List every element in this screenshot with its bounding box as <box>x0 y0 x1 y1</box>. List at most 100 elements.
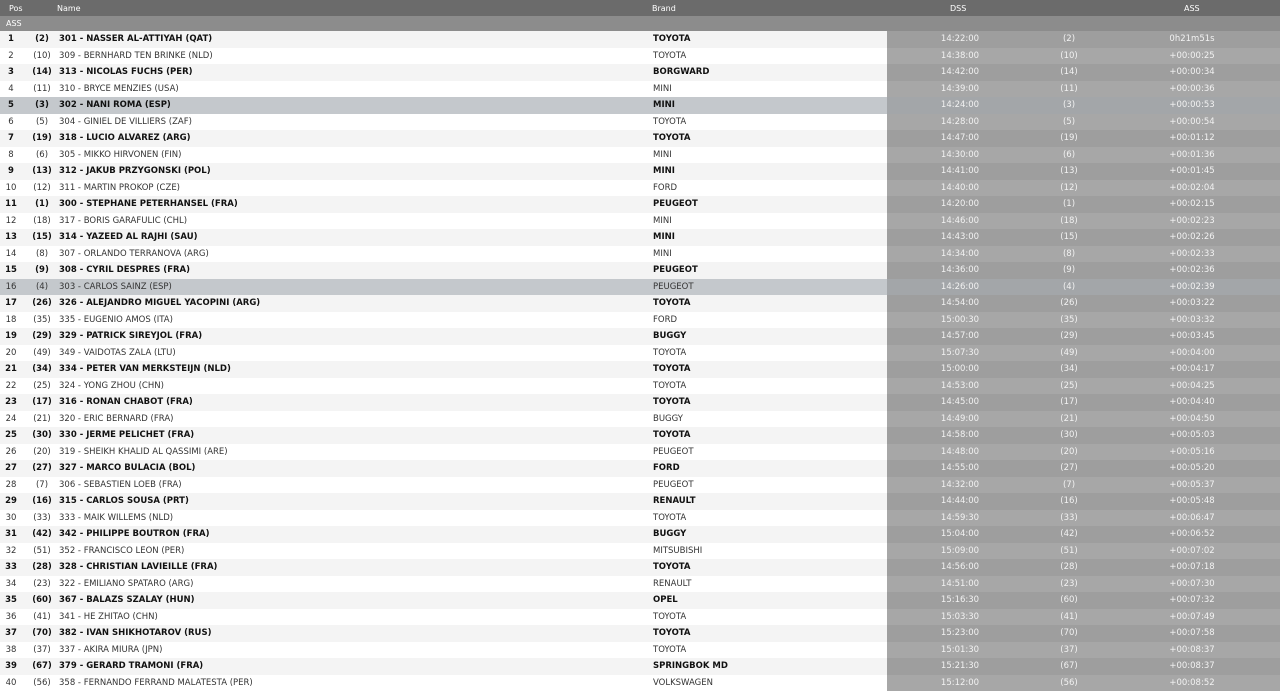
dss-pos-cell: (7) <box>1062 479 1076 490</box>
table-row[interactable]: 24 (21) 320 - ERIC BERNARD (FRA) BUGGY 14:49… <box>0 410 1280 427</box>
table-row[interactable]: 32 (51) 352 - FRANCISCO LEON (PER) MITSUBIS… <box>0 542 1280 559</box>
table-row[interactable]: 7 (19) 318 - LUCIO ALVAREZ (ARG) TOYOTA 14:4… <box>0 130 1280 147</box>
table-row[interactable]: 36 (41) 341 - HE ZHITAO (CHN) TOYOTA 15:03:3… <box>0 608 1280 625</box>
prev-pos-cell: (20) <box>33 446 51 457</box>
driver-name-cell: 311 - MARTIN PROKOP (CZE) <box>59 182 181 193</box>
table-row[interactable]: 38 (37) 337 - AKIRA MIURA (JPN) TOYOTA 15:01… <box>0 641 1280 658</box>
brand-cell: MITSUBISHI <box>653 545 703 556</box>
pos-cell: 33 <box>5 562 17 572</box>
table-row[interactable]: 25 (30) 330 - JERME PELICHET (FRA) TOYOTA 14… <box>0 427 1280 444</box>
table-row[interactable]: 27 (27) 327 - MARCO BULACIA (BOL) FORD 14:55… <box>0 460 1280 477</box>
ass-gap-cell: +00:03:45 <box>1169 331 1215 341</box>
pos-cell: 12 <box>5 215 17 226</box>
dss-time-cell: 14:40:00 <box>940 182 980 193</box>
dss-pos-cell: (12) <box>1060 182 1078 193</box>
dss-pos-cell: (70) <box>1060 628 1078 638</box>
pos-cell: 9 <box>8 166 14 176</box>
brand-cell: TOYOTA <box>653 298 691 308</box>
table-row[interactable]: 28 (7) 306 - SEBASTIEN LOEB (FRA) PEUGEOT 14… <box>0 476 1280 493</box>
table-row[interactable]: 30 (33) 333 - MAIK WILLEMS (NLD) TOYOTA 14:5… <box>0 509 1280 526</box>
table-row[interactable]: 2 (10) 309 - BERNHARD TEN BRINKE (NLD) TOYO… <box>0 47 1280 64</box>
brand-cell: TOYOTA <box>653 562 691 572</box>
ass-gap-cell: +00:05:16 <box>1169 446 1215 457</box>
table-row[interactable]: 39 (67) 379 - GERARD TRAMONI (FRA) SPRINGBO… <box>0 658 1280 675</box>
driver-name-cell: 328 - CHRISTIAN LAVIEILLE (FRA) <box>59 562 218 572</box>
driver-name-cell: 349 - VAIDOTAS ZALA (LTU) <box>59 347 176 358</box>
table-row[interactable]: 3 (14) 313 - NICOLAS FUCHS (PER) BORGWARD 14… <box>0 64 1280 81</box>
brand-cell: VOLKSWAGEN <box>653 677 713 688</box>
dss-pos-cell: (67) <box>1060 661 1078 671</box>
dss-pos-cell: (20) <box>1060 446 1078 457</box>
dss-pos-cell: (8) <box>1062 248 1076 259</box>
table-row[interactable]: 21 (34) 334 - PETER VAN MERKSTEIJN (NLD) TO… <box>0 361 1280 378</box>
pos-cell: 21 <box>5 364 17 374</box>
dss-pos-cell: (6) <box>1062 149 1076 160</box>
dss-time-cell: 14:20:00 <box>940 199 980 209</box>
table-row[interactable]: 35 (60) 367 - BALAZS SZALAY (HUN) OPEL 15:16… <box>0 592 1280 609</box>
driver-name-cell: 308 - CYRIL DESPRES (FRA) <box>59 265 191 275</box>
table-row[interactable]: 12 (18) 317 - BORIS GARAFULIC (CHL) MINI 14:… <box>0 212 1280 229</box>
dss-time-cell: 15:01:30 <box>940 644 980 655</box>
table-row[interactable]: 37 (70) 382 - IVAN SHIKHOTAROV (RUS) TOYOTA… <box>0 625 1280 642</box>
table-row[interactable]: 9 (13) 312 - JAKUB PRZYGONSKI (POL) MINI 14:… <box>0 163 1280 180</box>
pos-cell: 30 <box>5 512 17 523</box>
table-row[interactable]: 14 (8) 307 - ORLANDO TERRANOVA (ARG) MINI 14… <box>0 245 1280 262</box>
ass-gap-cell: +00:08:37 <box>1169 644 1215 655</box>
driver-name-cell: 330 - JERME PELICHET (FRA) <box>59 430 195 440</box>
ass-gap-cell: +00:02:23 <box>1169 215 1215 226</box>
header-brand[interactable]: Brand <box>652 4 676 13</box>
prev-pos-cell: (2) <box>35 34 49 44</box>
table-row[interactable]: 29 (16) 315 - CARLOS SOUSA (PRT) RENAULT 14:… <box>0 493 1280 510</box>
dss-pos-cell: (14) <box>1060 67 1078 77</box>
table-row[interactable]: 20 (49) 349 - VAIDOTAS ZALA (LTU) TOYOTA 15:… <box>0 344 1280 361</box>
table-row[interactable]: 11 (1) 300 - STEPHANE PETERHANSEL (FRA) PEU… <box>0 196 1280 213</box>
ass-gap-cell: +00:02:39 <box>1169 281 1215 292</box>
prev-pos-cell: (12) <box>33 182 51 193</box>
table-row[interactable]: 8 (6) 305 - MIKKO HIRVONEN (FIN) MINI 14:30:… <box>0 146 1280 163</box>
prev-pos-cell: (34) <box>32 364 52 374</box>
table-row[interactable]: 40 (56) 358 - FERNANDO FERRAND MALATESTA (… <box>0 674 1280 691</box>
table-row[interactable]: 33 (28) 328 - CHRISTIAN LAVIEILLE (FRA) TOY… <box>0 559 1280 576</box>
pos-cell: 29 <box>5 496 17 506</box>
header-dss[interactable]: DSS <box>950 4 966 13</box>
table-row[interactable]: 4 (11) 310 - BRYCE MENZIES (USA) MINI 14:39:… <box>0 80 1280 97</box>
header-pos[interactable]: Pos <box>9 4 23 13</box>
table-row[interactable]: 6 (5) 304 - GINIEL DE VILLIERS (ZAF) TOYOTA… <box>0 113 1280 130</box>
brand-cell: FORD <box>653 314 678 325</box>
dss-time-cell: 14:56:00 <box>940 562 980 572</box>
table-row[interactable]: 15 (9) 308 - CYRIL DESPRES (FRA) PEUGEOT 14:… <box>0 262 1280 279</box>
dss-pos-cell: (17) <box>1060 397 1078 407</box>
table-row[interactable]: 13 (15) 314 - YAZEED AL RAJHI (SAU) MINI 14:… <box>0 229 1280 246</box>
table-row[interactable]: 18 (35) 335 - EUGENIO AMOS (ITA) FORD 15:00:… <box>0 311 1280 328</box>
prev-pos-cell: (17) <box>32 397 52 407</box>
brand-cell: OPEL <box>653 595 678 605</box>
header-ass[interactable]: ASS <box>1184 4 1200 13</box>
table-row[interactable]: 31 (42) 342 - PHILIPPE BOUTRON (FRA) BUGGY 1… <box>0 526 1280 543</box>
table-row[interactable]: 10 (12) 311 - MARTIN PROKOP (CZE) FORD 14:40… <box>0 179 1280 196</box>
dss-time-cell: 14:45:00 <box>940 397 980 407</box>
brand-cell: BUGGY <box>653 413 683 424</box>
prev-pos-cell: (11) <box>33 83 51 94</box>
brand-cell: PEUGEOT <box>653 199 698 209</box>
dss-time-cell: 14:39:00 <box>940 83 980 94</box>
table-row[interactable]: 26 (20) 319 - SHEIKH KHALID AL QASSIMI (AR… <box>0 443 1280 460</box>
ass-gap-cell: +00:00:36 <box>1169 83 1215 94</box>
table-row[interactable]: 22 (25) 324 - YONG ZHOU (CHN) TOYOTA 14:53:0… <box>0 377 1280 394</box>
brand-cell: TOYOTA <box>653 430 691 440</box>
prev-pos-cell: (29) <box>32 331 52 341</box>
table-row[interactable]: 19 (29) 329 - PATRICK SIREYJOL (FRA) BUGGY 1… <box>0 328 1280 345</box>
table-row[interactable]: 17 (26) 326 - ALEJANDRO MIGUEL YACOPINI (A… <box>0 295 1280 312</box>
dss-pos-cell: (25) <box>1060 380 1078 391</box>
table-row[interactable]: 16 (4) 303 - CARLOS SAINZ (ESP) PEUGEOT 14:2… <box>0 278 1280 295</box>
driver-name-cell: 379 - GERARD TRAMONI (FRA) <box>59 661 204 671</box>
brand-cell: TOYOTA <box>653 347 687 358</box>
ass-gap-cell: +00:01:45 <box>1169 166 1215 176</box>
header-name[interactable]: Name <box>57 4 81 13</box>
driver-name-cell: 302 - NANI ROMA (ESP) <box>59 100 171 110</box>
dss-time-cell: 14:55:00 <box>940 463 980 473</box>
table-row[interactable]: 23 (17) 316 - RONAN CHABOT (FRA) TOYOTA 14:4… <box>0 394 1280 411</box>
table-row[interactable]: 1 (2) 301 - NASSER AL-ATTIYAH (QAT) TOYOTA 1… <box>0 31 1280 48</box>
table-row[interactable]: 34 (23) 322 - EMILIANO SPATARO (ARG) RENAUL… <box>0 575 1280 592</box>
prev-pos-cell: (6) <box>35 149 49 160</box>
table-row[interactable]: 5 (3) 302 - NANI ROMA (ESP) MINI 14:24:00 (3)… <box>0 97 1280 114</box>
